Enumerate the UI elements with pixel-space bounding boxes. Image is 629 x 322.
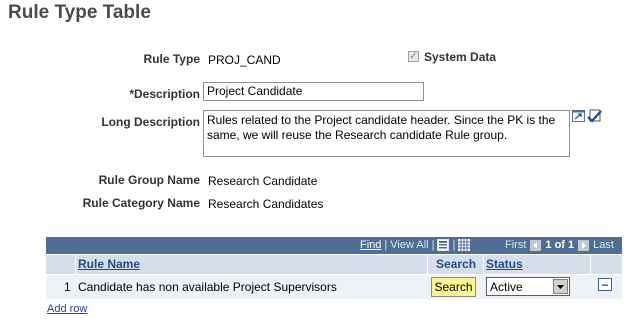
- column-header-actions: [591, 255, 622, 274]
- rule-category-name-label: Rule Category Name: [82, 196, 200, 210]
- rule-group-name-value: Research Candidate: [208, 174, 318, 188]
- system-data-checkbox[interactable]: ✓: [408, 51, 419, 62]
- view-grid-icon[interactable]: [458, 239, 471, 251]
- rule-category-name-value: Research Candidates: [208, 197, 324, 211]
- nav-separator: |: [452, 239, 456, 251]
- long-description-label: Long Description: [101, 115, 200, 129]
- find-link[interactable]: Find: [360, 239, 381, 251]
- grid-nav-controls: Find | View All | |: [360, 239, 471, 251]
- prev-arrow-icon[interactable]: [530, 239, 542, 251]
- row-number: 1: [64, 280, 71, 294]
- description-input[interactable]: Project Candidate: [203, 82, 424, 101]
- page-range: 1 of 1: [545, 239, 575, 251]
- last-label: Last: [593, 239, 614, 251]
- rule-type-label: Rule Type: [143, 52, 200, 66]
- popup-zoom-icon[interactable]: [572, 110, 585, 122]
- status-value: Active: [490, 279, 523, 294]
- column-header-row-number: [46, 255, 75, 274]
- column-header-status[interactable]: Status: [486, 257, 523, 271]
- first-label: First: [505, 239, 527, 251]
- rule-type-value: PROJ_CAND: [208, 53, 281, 67]
- search-button[interactable]: Search: [431, 277, 476, 297]
- system-data-label: System Data: [424, 50, 497, 64]
- column-header-search: Search: [436, 257, 477, 271]
- status-select[interactable]: Active: [486, 277, 570, 296]
- column-header-rule-name[interactable]: Rule Name: [78, 257, 140, 271]
- view-all-link[interactable]: View All: [390, 239, 428, 251]
- next-arrow-icon[interactable]: [578, 239, 590, 251]
- grid-pager: First 1 of 1 Last: [505, 239, 614, 251]
- page-title: Rule Type Table: [8, 2, 151, 23]
- chevron-down-icon[interactable]: [553, 279, 568, 294]
- download-grid-icon[interactable]: [437, 239, 450, 251]
- rule-name-cell: Candidate has non available Project Supe…: [78, 280, 337, 294]
- spell-check-icon[interactable]: [587, 109, 605, 123]
- nav-separator: |: [384, 239, 388, 251]
- rule-group-name-label: Rule Group Name: [98, 173, 200, 187]
- delete-row-icon[interactable]: −: [598, 278, 612, 291]
- long-description-textarea[interactable]: Rules related to the Project candidate h…: [203, 110, 570, 157]
- description-label: *Description: [129, 87, 200, 101]
- nav-separator: |: [431, 239, 435, 251]
- add-row-link[interactable]: Add row: [47, 303, 87, 315]
